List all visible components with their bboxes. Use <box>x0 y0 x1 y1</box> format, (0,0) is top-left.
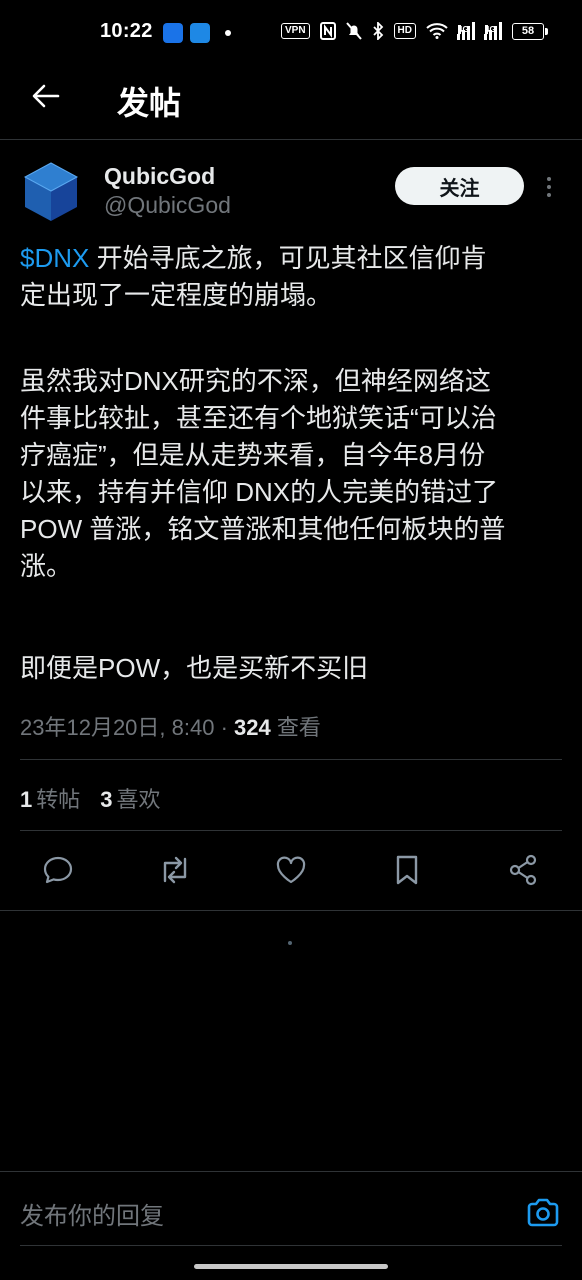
post-line-text: 开始寻底之旅，可见其社区信仰肯 <box>89 243 487 273</box>
meta-divider <box>20 759 562 760</box>
views-count: 324 <box>234 715 271 740</box>
views-label: 查看 <box>270 715 321 740</box>
share-button[interactable] <box>503 850 543 890</box>
repost-button[interactable] <box>155 850 195 890</box>
reposts-count: 1 <box>20 787 33 812</box>
post-paragraph-1: $DNX 开始寻底之旅，可见其社区信仰肯 定出现了一定程度的崩塌。 <box>20 240 565 314</box>
reply-input[interactable]: 发布你的回复 <box>20 1196 164 1231</box>
like-button[interactable] <box>271 850 311 890</box>
likes-label: 喜欢 <box>116 787 161 812</box>
post-line: POW 普涨，铭文普涨和其他任何板块的普 <box>20 514 506 544</box>
wifi-icon <box>426 23 448 39</box>
follow-button[interactable]: 关注 <box>395 167 524 205</box>
like-icon <box>276 856 306 884</box>
post-stats: 1 转帖 3 喜欢 <box>20 782 161 814</box>
post-meta: 23年12月20日, 8:40 · 324 查看 <box>20 710 321 742</box>
author-handle[interactable]: @QubicGod <box>104 192 231 219</box>
arrow-left-icon <box>32 84 60 108</box>
avatar[interactable] <box>22 160 80 224</box>
more-options-button[interactable] <box>538 170 560 204</box>
camera-button[interactable] <box>524 1195 562 1231</box>
cell-signal-2-icon: 4G <box>484 22 502 40</box>
more-notifications-dot <box>225 30 231 36</box>
post-paragraph-3: 即便是POW，也是买新不买旧 <box>20 653 369 683</box>
bookmark-button[interactable] <box>387 850 427 890</box>
cloud-notification-icon <box>190 23 210 43</box>
reply-bar-divider <box>0 1171 582 1172</box>
post-line: 以来，持有并信仰 DNX的人完美的错过了 <box>20 477 499 507</box>
back-button[interactable] <box>22 72 70 120</box>
reposts-stat[interactable]: 1 转帖 <box>20 782 80 814</box>
app-notification-icon <box>163 23 183 43</box>
post-line: 件事比较扯，甚至还有个地狱笑话“可以治 <box>20 403 497 433</box>
reply-input-underline <box>20 1245 562 1246</box>
dot <box>547 177 551 181</box>
reply-icon <box>43 856 73 884</box>
nfc-icon <box>319 22 336 40</box>
meta-separator: · <box>214 715 235 740</box>
status-time: 10:22 <box>100 20 153 42</box>
page-title: 发帖 <box>117 85 182 121</box>
signal-1-label: 4G <box>458 25 469 34</box>
loading-indicator <box>288 941 292 945</box>
author-display-name[interactable]: QubicGod <box>104 163 215 190</box>
signal-2-label: 4G <box>485 25 496 34</box>
share-icon <box>509 854 537 886</box>
post-line: 虽然我对DNX研究的不深，但神经网络这 <box>20 366 491 396</box>
post-timestamp[interactable]: 23年12月20日, 8:40 <box>20 715 214 740</box>
stats-divider <box>20 830 562 831</box>
hd-badge: HD <box>393 23 416 39</box>
mute-bell-icon <box>345 22 362 40</box>
battery-icon: 58 <box>512 22 548 40</box>
cashtag-link[interactable]: $DNX <box>20 243 89 273</box>
home-indicator[interactable] <box>194 1264 388 1269</box>
dot <box>547 193 551 197</box>
actions-divider <box>0 910 582 911</box>
post-paragraph-2: 虽然我对DNX研究的不深，但神经网络这 件事比较扯，甚至还有个地狱笑话“可以治 … <box>20 363 565 585</box>
post-line: $DNX 开始寻底之旅，可见其社区信仰肯 <box>20 240 565 277</box>
camera-icon <box>527 1198 559 1227</box>
likes-stat[interactable]: 3 喜欢 <box>100 782 160 814</box>
cube-avatar-icon <box>23 162 79 221</box>
cell-signal-1-icon: 4G <box>457 22 475 40</box>
likes-count: 3 <box>100 787 113 812</box>
status-icons: VPN HD 4G 4G 58 <box>280 22 548 40</box>
reposts-label: 转帖 <box>36 787 81 812</box>
vpn-badge: VPN <box>280 23 310 39</box>
reply-button[interactable] <box>38 850 78 890</box>
dot <box>547 185 551 189</box>
bookmark-icon <box>396 855 418 885</box>
repost-icon <box>163 856 187 884</box>
post-line: 涨。 <box>20 551 73 581</box>
bluetooth-icon <box>372 22 383 40</box>
post-line: 定出现了一定程度的崩塌。 <box>20 280 333 310</box>
header-divider <box>0 139 582 140</box>
post-line: 疗癌症”，但是从走势来看，自今年8月份 <box>20 440 486 470</box>
